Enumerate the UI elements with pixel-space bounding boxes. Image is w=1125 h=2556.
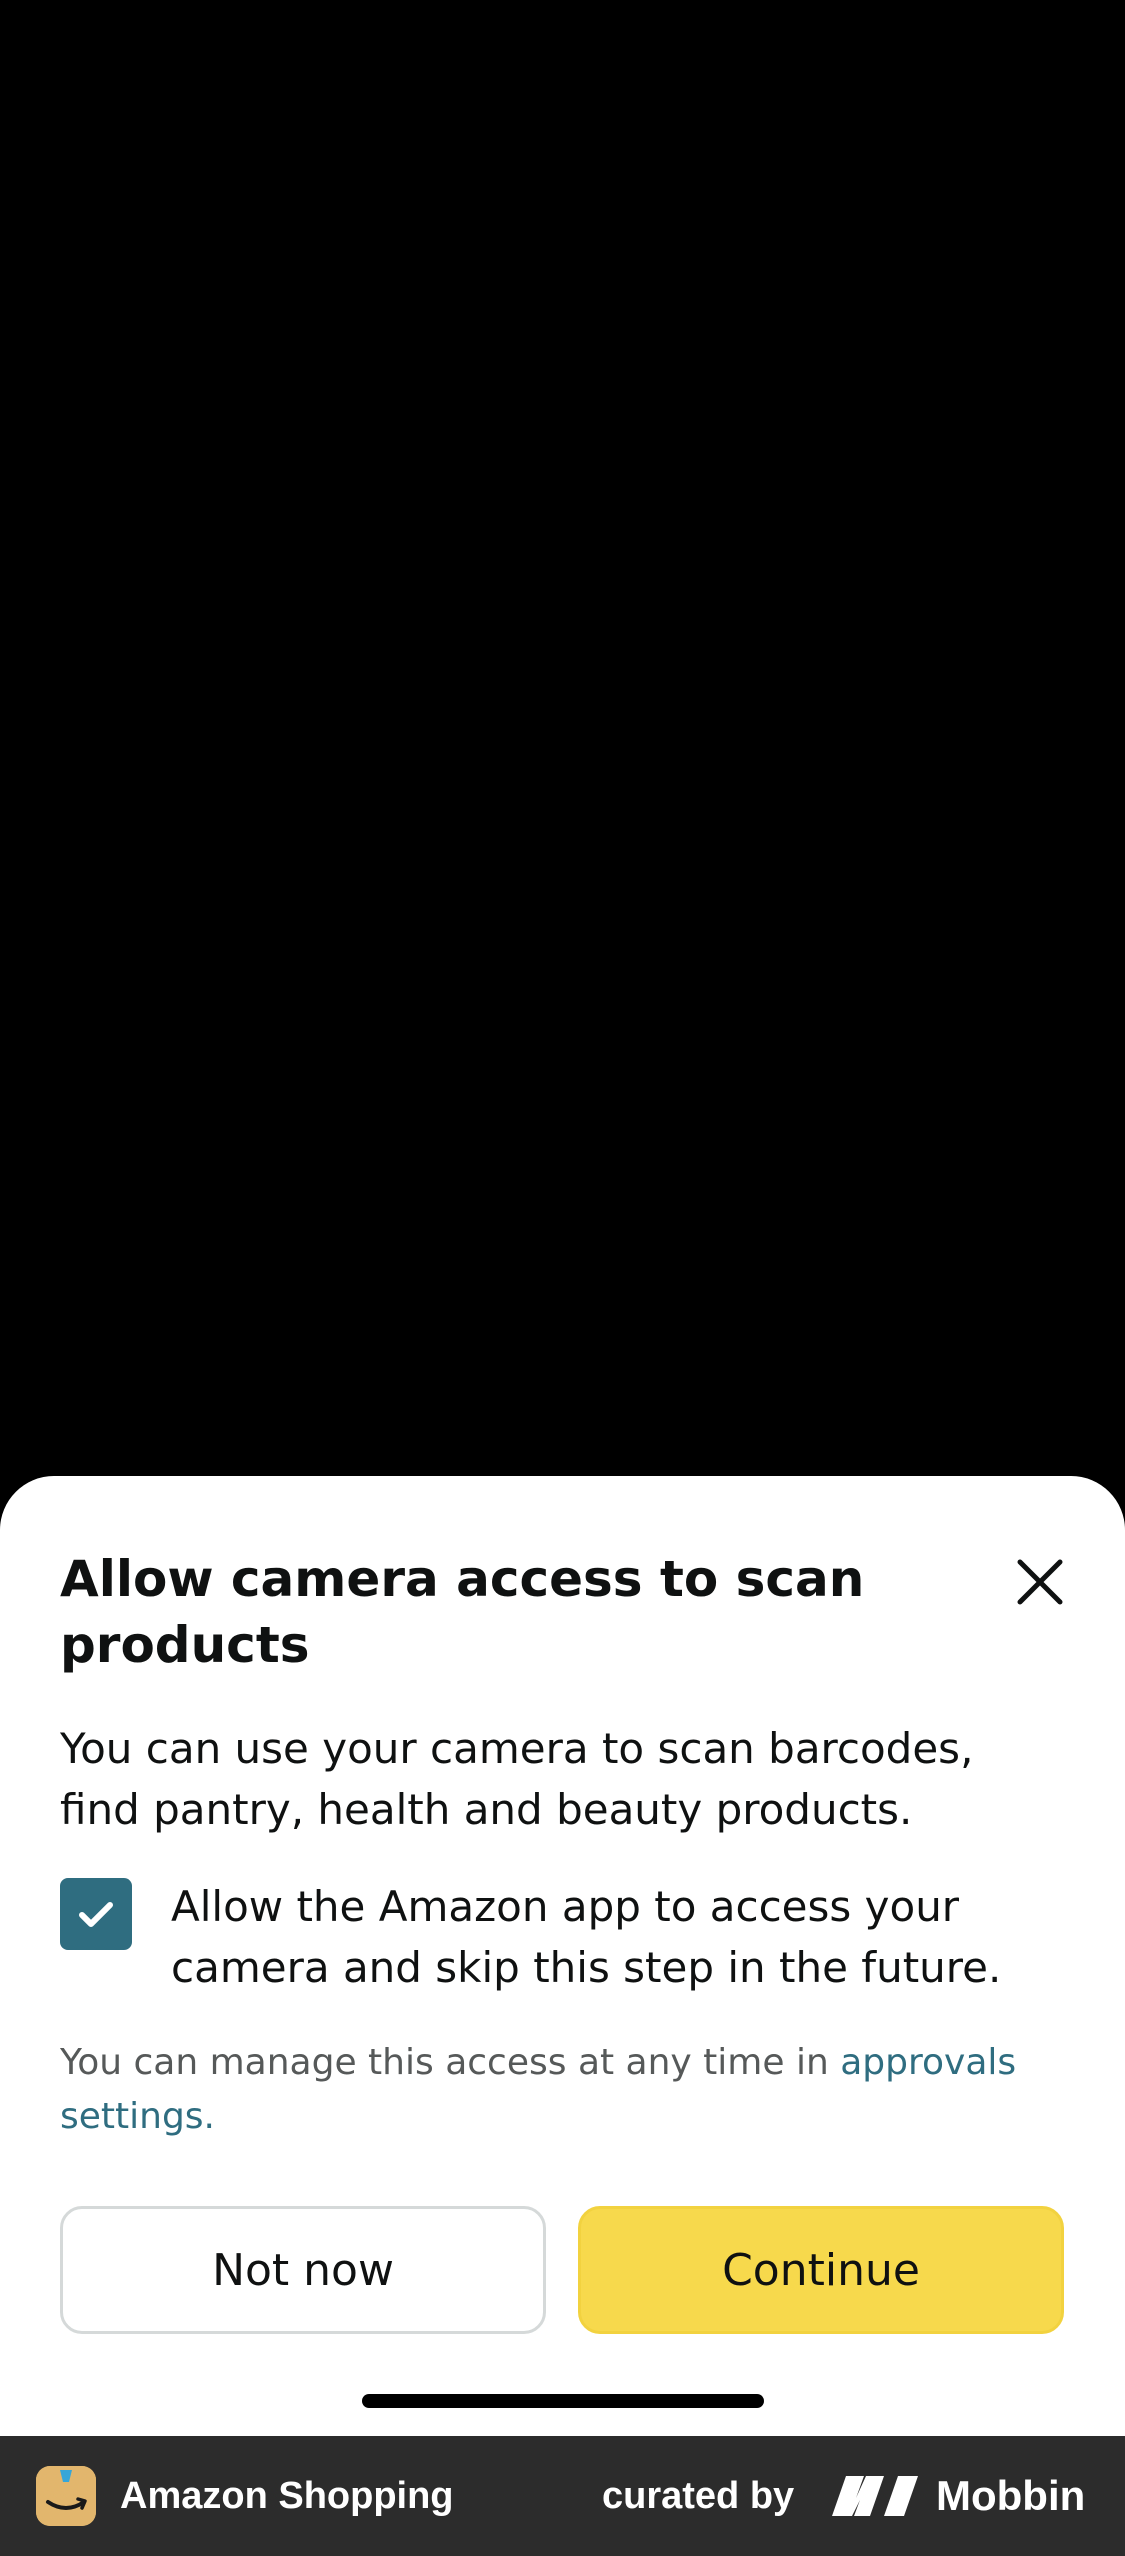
camera-permission-sheet: Allow camera access to scan products You… xyxy=(0,1476,1125,2436)
close-icon xyxy=(1017,1559,1063,1605)
screen: Allow camera access to scan products You… xyxy=(0,0,1125,2556)
amazon-app-icon xyxy=(36,2466,96,2526)
camera-preview xyxy=(0,0,1125,1480)
mobbin-logo-icon xyxy=(832,2476,918,2516)
mobbin-brand: Mobbin xyxy=(936,2472,1086,2519)
home-indicator xyxy=(362,2394,764,2408)
sheet-title: Allow camera access to scan products xyxy=(60,1550,865,1674)
continue-button[interactable]: Continue xyxy=(578,2206,1064,2334)
attribution-footer: Amazon Shopping curated by Mobbin xyxy=(0,2436,1125,2556)
skip-step-label: Allow the Amazon app to access your came… xyxy=(171,1882,1002,1992)
close-button[interactable] xyxy=(1010,1552,1070,1612)
curated-by-label: curated by xyxy=(602,2475,795,2517)
not-now-button[interactable]: Not now xyxy=(60,2206,546,2334)
sheet-description: You can use your camera to scan barcodes… xyxy=(60,1724,974,1834)
skip-step-option: Allow the Amazon app to access your came… xyxy=(60,1876,1070,2006)
checkmark-icon xyxy=(79,1902,113,1927)
manage-access-text: You can manage this access at any time i… xyxy=(60,2036,1070,2144)
skip-step-checkbox[interactable] xyxy=(60,1878,132,1950)
app-name: Amazon Shopping xyxy=(120,2475,454,2517)
manage-access-prefix: You can manage this access at any time i… xyxy=(60,2042,841,2083)
